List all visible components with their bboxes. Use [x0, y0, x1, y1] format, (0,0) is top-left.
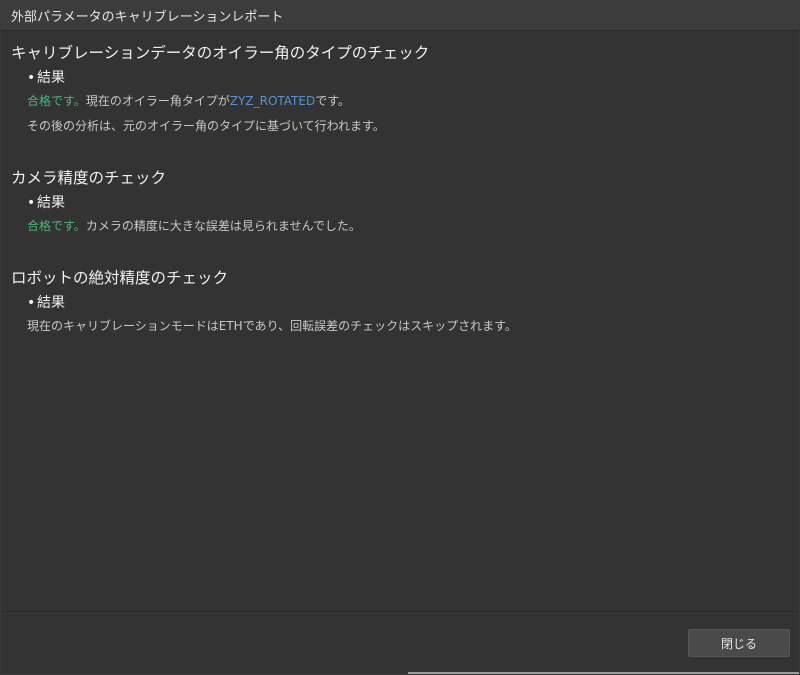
result-heading: • 結果: [27, 192, 789, 214]
section-title: ロボットの絶対精度のチェック: [11, 269, 229, 287]
pass-status: 合格です。: [27, 219, 86, 233]
section-robot-accuracy-check: ロボットの絶対精度のチェック • 結果 現在のキャリブレーションモードはETHであ…: [11, 267, 789, 335]
bullet-icon: •: [27, 195, 36, 211]
result-heading: • 結果: [27, 292, 789, 314]
result-line: 合格です。カメラの精度に大きな誤差は見られませんでした。: [27, 217, 789, 235]
close-button[interactable]: 閉じる: [688, 629, 790, 657]
result-line: 現在のキャリブレーションモードはETHであり、回転誤差のチェックはスキップされま…: [27, 319, 517, 333]
result-line: 合格です。現在のオイラー角タイプがZYZ_ROTATEDです。: [27, 92, 789, 110]
bullet-icon: •: [27, 295, 36, 311]
report-dialog: 外部パラメータのキャリブレーションレポート キャリブレーションデータのオイラー角…: [0, 0, 800, 675]
pass-status: 合格です。: [27, 94, 86, 108]
section-title: キャリブレーションデータのオイラー角のタイプのチェック: [11, 44, 430, 62]
bullet-icon: •: [27, 70, 36, 86]
result-text: 現在のオイラー角タイプが: [85, 94, 230, 108]
report-content: キャリブレーションデータのオイラー角のタイプのチェック • 結果 合格です。現在の…: [1, 32, 799, 611]
result-text-suffix: です。: [315, 94, 351, 108]
section-title: カメラ精度のチェック: [11, 169, 167, 187]
result-note: その後の分析は、元のオイラー角のタイプに基づいて行われます。: [27, 119, 385, 133]
title-bar: 外部パラメータのキャリブレーションレポート: [1, 1, 799, 31]
result-heading: • 結果: [27, 67, 789, 89]
window-bottom-edge: [408, 672, 799, 674]
window-title: 外部パラメータのキャリブレーションレポート: [11, 10, 284, 25]
section-euler-angle-check: キャリブレーションデータのオイラー角のタイプのチェック • 結果 合格です。現在の…: [11, 42, 789, 135]
result-text: カメラの精度に大きな誤差は見られませんでした。: [85, 219, 361, 233]
section-camera-accuracy-check: カメラ精度のチェック • 結果 合格です。カメラの精度に大きな誤差は見られませんで…: [11, 167, 789, 235]
euler-type-value: ZYZ_ROTATED: [229, 94, 316, 108]
dialog-footer: 閉じる: [1, 612, 799, 674]
